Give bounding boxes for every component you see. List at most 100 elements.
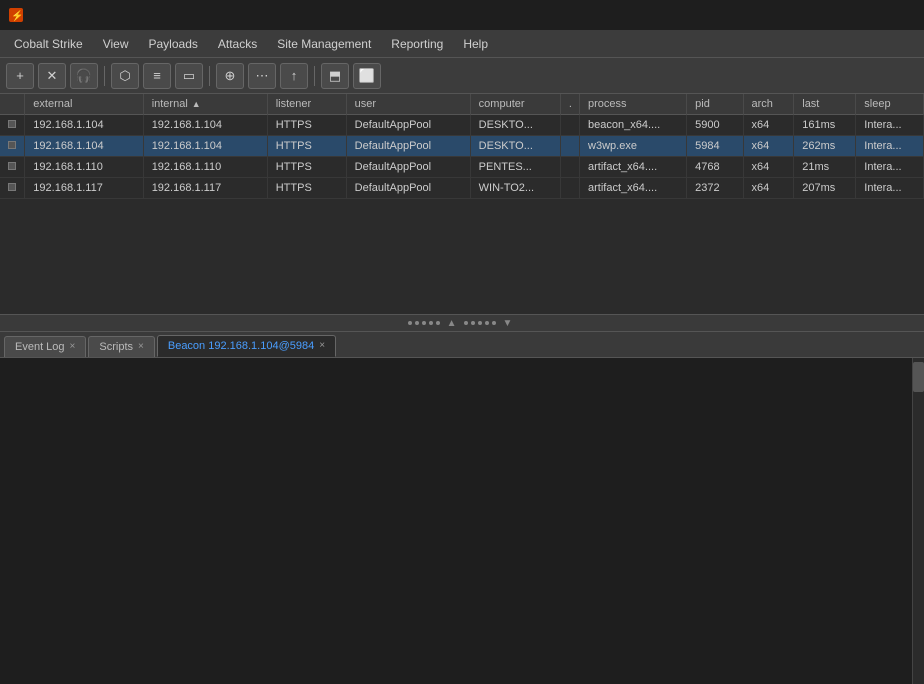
row-indicator-icon — [8, 120, 16, 128]
svg-text:⚡: ⚡ — [11, 9, 23, 22]
col-header-indicator[interactable] — [0, 94, 25, 115]
menu-item-payloads[interactable]: Payloads — [139, 33, 208, 55]
row-indicator-icon — [8, 162, 16, 170]
menu-item-attacks[interactable]: Attacks — [208, 33, 267, 55]
col-header-pid[interactable]: pid — [687, 94, 743, 115]
col-header-sleep[interactable]: sleep — [856, 94, 924, 115]
toolbar-btn-pivot[interactable]: ⬒ — [321, 63, 349, 89]
toolbar-btn-globe[interactable]: ⊕ — [216, 63, 244, 89]
cell-pid: 5900 — [687, 115, 743, 136]
bottom-tabs: Event Log×Scripts×Beacon 192.168.1.104@5… — [0, 332, 924, 358]
maximize-button[interactable] — [858, 5, 886, 25]
cell-user: DefaultAppPool — [346, 115, 470, 136]
toolbar: +✕🎧 ⬡≡▭ ⊕⋯↑ ⬒⬜ — [0, 58, 924, 94]
menu-item-reporting[interactable]: Reporting — [381, 33, 453, 55]
cell-user: DefaultAppPool — [346, 157, 470, 178]
table-header: externalinternal▲listenerusercomputer.pr… — [0, 94, 924, 115]
divider-arrow-up: ▲ — [447, 318, 457, 329]
table-row[interactable]: 192.168.1.110192.168.1.110HTTPSDefaultAp… — [0, 157, 924, 178]
col-header-computer[interactable]: computer — [470, 94, 560, 115]
cell-internal: 192.168.1.104 — [143, 115, 267, 136]
scroll-thumb[interactable] — [913, 362, 924, 392]
tab-label: Beacon 192.168.1.104@5984 — [168, 340, 314, 352]
col-header-arch[interactable]: arch — [743, 94, 794, 115]
menu-item-view[interactable]: View — [93, 33, 139, 55]
panel-divider[interactable]: ▲ ▼ — [0, 314, 924, 332]
cell-process: w3wp.exe — [580, 136, 687, 157]
minimize-button[interactable] — [828, 5, 856, 25]
divider-dot — [485, 321, 489, 325]
window-controls — [828, 5, 916, 25]
main-layout: externalinternal▲listenerusercomputer.pr… — [0, 94, 924, 684]
divider-dot — [415, 321, 419, 325]
col-header-external[interactable]: external — [25, 94, 143, 115]
tab-event-log[interactable]: Event Log × — [4, 336, 86, 357]
app-icon: ⚡ — [8, 7, 24, 23]
tab-close-button[interactable]: × — [319, 341, 325, 351]
toolbar-btn-screen[interactable]: ▭ — [175, 63, 203, 89]
toolbar-separator — [104, 66, 105, 86]
divider-dot — [429, 321, 433, 325]
cell-process: beacon_x64.... — [580, 115, 687, 136]
sort-arrow-icon: ▲ — [192, 99, 201, 109]
toolbar-btn-connect[interactable]: + — [6, 63, 34, 89]
col-header-last[interactable]: last — [794, 94, 856, 115]
col-header-dot[interactable]: . — [560, 94, 579, 115]
col-header-user[interactable]: user — [346, 94, 470, 115]
tab-close-button[interactable]: × — [70, 342, 76, 352]
cell-arch: x64 — [743, 115, 794, 136]
col-header-internal[interactable]: internal▲ — [143, 94, 267, 115]
menu-item-site-management[interactable]: Site Management — [267, 33, 381, 55]
cell-last: 262ms — [794, 136, 856, 157]
cell-computer: DESKTO... — [470, 136, 560, 157]
row-indicator-cell — [0, 178, 25, 199]
table-container[interactable]: externalinternal▲listenerusercomputer.pr… — [0, 94, 924, 314]
cell-dot — [560, 157, 579, 178]
sessions-table: externalinternal▲listenerusercomputer.pr… — [0, 94, 924, 199]
cell-external: 192.168.1.117 — [25, 178, 143, 199]
toolbar-separator — [314, 66, 315, 86]
tab-beacon[interactable]: Beacon 192.168.1.104@5984 × — [157, 335, 336, 357]
toolbar-btn-share[interactable]: ⬡ — [111, 63, 139, 89]
toolbar-btn-dots[interactable]: ⋯ — [248, 63, 276, 89]
menu-item-help[interactable]: Help — [453, 33, 498, 55]
bottom-content — [0, 358, 924, 684]
toolbar-btn-screenshot[interactable]: ⬜ — [353, 63, 381, 89]
toolbar-btn-upload[interactable]: ↑ — [280, 63, 308, 89]
cell-listener: HTTPS — [267, 178, 346, 199]
scrollbar[interactable] — [912, 358, 924, 684]
cell-listener: HTTPS — [267, 115, 346, 136]
toolbar-btn-headphones[interactable]: 🎧 — [70, 63, 98, 89]
cell-process: artifact_x64.... — [580, 157, 687, 178]
cell-external: 192.168.1.104 — [25, 115, 143, 136]
divider-dot — [478, 321, 482, 325]
row-indicator-icon — [8, 183, 16, 191]
toolbar-btn-disconnect[interactable]: ✕ — [38, 63, 66, 89]
tab-label: Event Log — [15, 341, 65, 353]
col-header-process[interactable]: process — [580, 94, 687, 115]
row-indicator-cell — [0, 157, 25, 178]
divider-dot — [471, 321, 475, 325]
table-row[interactable]: 192.168.1.117192.168.1.117HTTPSDefaultAp… — [0, 178, 924, 199]
table-body: 192.168.1.104192.168.1.104HTTPSDefaultAp… — [0, 115, 924, 199]
cell-pid: 5984 — [687, 136, 743, 157]
divider-dot — [422, 321, 426, 325]
table-row[interactable]: 192.168.1.104192.168.1.104HTTPSDefaultAp… — [0, 115, 924, 136]
close-button[interactable] — [888, 5, 916, 25]
divider-dot — [436, 321, 440, 325]
cell-dot — [560, 115, 579, 136]
menu-item-cobalt-strike[interactable]: Cobalt Strike — [4, 33, 93, 55]
cell-external: 192.168.1.110 — [25, 157, 143, 178]
cell-process: artifact_x64.... — [580, 178, 687, 199]
tab-scripts[interactable]: Scripts× — [88, 336, 154, 357]
table-row[interactable]: 192.168.1.104192.168.1.104HTTPSDefaultAp… — [0, 136, 924, 157]
col-header-listener[interactable]: listener — [267, 94, 346, 115]
divider-arrow-down: ▼ — [503, 318, 513, 329]
cell-pid: 2372 — [687, 178, 743, 199]
row-indicator-cell — [0, 115, 25, 136]
toolbar-btn-list[interactable]: ≡ — [143, 63, 171, 89]
tab-close-button[interactable]: × — [138, 342, 144, 352]
cell-arch: x64 — [743, 136, 794, 157]
cell-last: 21ms — [794, 157, 856, 178]
cell-computer: DESKTO... — [470, 115, 560, 136]
